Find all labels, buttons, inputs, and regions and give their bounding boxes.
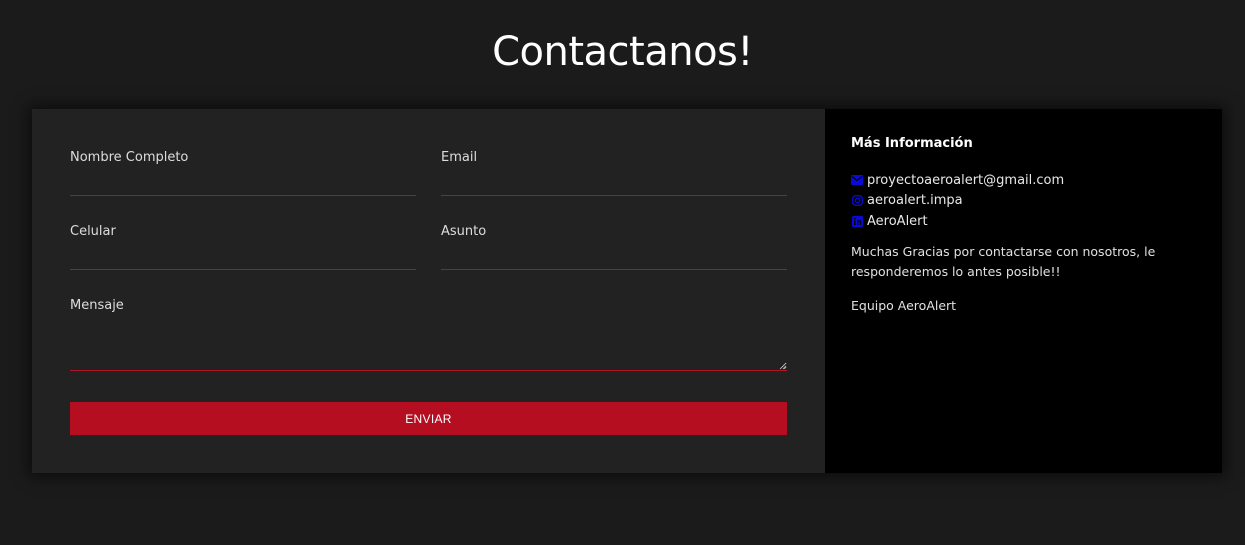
nombre-field: Nombre Completo	[70, 150, 416, 196]
page-title: Contactanos!	[492, 29, 753, 75]
contact-page: Contactanos! Nombre Completo Email Celul…	[0, 0, 1245, 545]
linkedin-icon	[851, 215, 863, 227]
contact-card: Nombre Completo Email Celular Asunto Men…	[32, 109, 1222, 473]
contact-list: proyectoaeroalert@gmail.com aeroalert.im…	[851, 170, 1064, 232]
mensaje-label: Mensaje	[70, 298, 124, 313]
contact-email-text: proyectoaeroalert@gmail.com	[867, 172, 1065, 188]
team-signature: Equipo AeroAlert	[851, 298, 957, 313]
mensaje-field: Mensaje	[70, 298, 787, 372]
enviar-button[interactable]: ENVIAR	[70, 402, 787, 435]
info-heading: Más Información	[851, 136, 973, 151]
contact-email-item[interactable]: proyectoaeroalert@gmail.com	[851, 170, 1064, 191]
email-label: Email	[441, 150, 478, 165]
celular-label: Celular	[70, 224, 116, 239]
contact-linkedin-text: AeroAlert	[867, 213, 928, 229]
resize-handle-icon[interactable]	[779, 362, 787, 370]
contact-instagram-item[interactable]: aeroalert.impa	[851, 191, 1064, 212]
email-input[interactable]	[441, 170, 787, 196]
contact-instagram-text: aeroalert.impa	[867, 193, 963, 209]
thank-you-message: Muchas Gracias por contactarse con nosot…	[851, 244, 1156, 279]
asunto-field: Asunto	[441, 224, 787, 270]
nombre-input[interactable]	[70, 170, 416, 196]
mensaje-textarea[interactable]	[70, 320, 787, 371]
instagram-icon	[851, 195, 863, 207]
celular-input[interactable]	[70, 244, 416, 270]
info-panel: Más Información proyectoaeroalert@gmail.…	[825, 109, 1222, 473]
nombre-label: Nombre Completo	[70, 150, 189, 165]
celular-field: Celular	[70, 224, 416, 270]
email-field: Email	[441, 150, 787, 196]
contact-form: Nombre Completo Email Celular Asunto Men…	[32, 109, 825, 473]
contact-linkedin-item[interactable]: AeroAlert	[851, 211, 1064, 232]
asunto-input[interactable]	[441, 244, 787, 270]
asunto-label: Asunto	[441, 224, 487, 239]
envelope-icon	[851, 174, 863, 186]
